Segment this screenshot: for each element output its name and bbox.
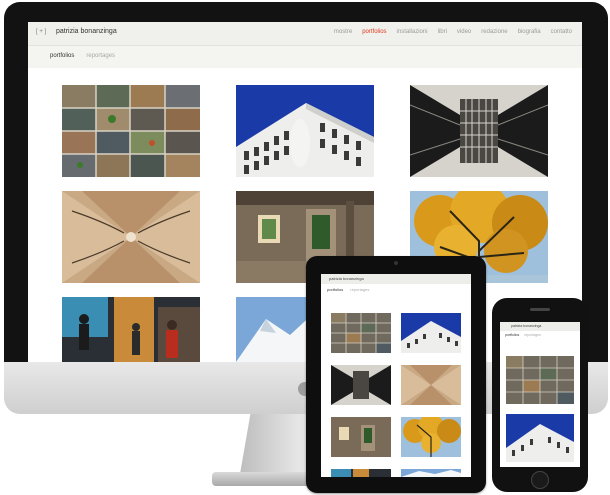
phone-screen: patrizia bonanzinga portfolios reportage… [500, 322, 580, 467]
tablet-geometric-tunnel-photo[interactable] [331, 365, 391, 405]
palazzo-colosseo-quadrato-photo[interactable] [236, 85, 374, 177]
subnav-item-reportages[interactable]: reportages [86, 53, 115, 59]
tablet-autumn-tree-photo[interactable] [401, 417, 461, 457]
tablet-ruined-interior-photo[interactable] [331, 417, 391, 457]
tablet-street-people-photo[interactable] [331, 469, 391, 477]
phone-device: patrizia bonanzinga portfolios reportage… [492, 298, 588, 492]
brand-mark[interactable]: [ + ] [36, 29, 46, 35]
subnav-item-portfolios[interactable]: portfolios [50, 53, 74, 59]
tablet-subnav-reportages[interactable]: reportages [350, 287, 369, 292]
sub-header: portfolios reportages [28, 46, 582, 68]
tablet-symmetric-architecture-photo[interactable] [401, 365, 461, 405]
geometric-tunnel-photo[interactable] [410, 85, 548, 177]
tablet-site-title[interactable]: patrizia bonanzinga [329, 276, 364, 281]
nav-item-installazioni[interactable]: installazioni [397, 29, 428, 35]
phone-site-header: patrizia bonanzinga [500, 322, 580, 331]
nav-item-portfolios[interactable]: portfolios [362, 29, 386, 35]
phone-aerial-patchwork-photo[interactable] [506, 356, 574, 404]
tablet-site-header: patrizia bonanzinga [321, 274, 471, 284]
street-people-photo[interactable] [62, 297, 200, 362]
site-title[interactable]: patrizia bonanzinga [56, 28, 117, 35]
tablet-device: patrizia bonanzinga portfolios reportage… [306, 256, 486, 493]
phone-subnav-reportages[interactable]: reportages [524, 333, 541, 337]
tablet-palazzo-photo[interactable] [401, 313, 461, 353]
phone-subnav-portfolios[interactable]: portfolios [505, 333, 519, 337]
symmetric-architecture-photo[interactable] [62, 191, 200, 283]
sub-nav: portfolios reportages [50, 53, 115, 59]
nav-item-redazione[interactable]: redazione [481, 29, 507, 35]
tablet-snowy-mountain-photo[interactable] [401, 469, 461, 477]
site-header: [ + ] patrizia bonanzinga mostre portfol… [28, 22, 582, 46]
nav-item-biografia[interactable]: biografia [518, 29, 541, 35]
nav-item-video[interactable]: video [457, 29, 471, 35]
tablet-screen: patrizia bonanzinga portfolios reportage… [321, 274, 471, 477]
nav-item-libri[interactable]: libri [438, 29, 447, 35]
phone-site-title[interactable]: patrizia bonanzinga [511, 324, 541, 328]
phone-sub-nav: portfolios reportages [505, 333, 541, 337]
tablet-aerial-patchwork-photo[interactable] [331, 313, 391, 353]
phone-home-button [531, 471, 549, 489]
nav-item-contatto[interactable]: contatto [551, 29, 572, 35]
aerial-patchwork-photo[interactable] [62, 85, 200, 177]
tablet-sub-nav: portfolios reportages [327, 287, 369, 292]
tablet-camera [394, 261, 398, 265]
phone-speaker [530, 308, 550, 311]
tablet-subnav-portfolios[interactable]: portfolios [327, 287, 343, 292]
nav-item-mostre[interactable]: mostre [334, 29, 352, 35]
phone-palazzo-photo[interactable] [506, 414, 574, 462]
main-nav: mostre portfolios installazioni libri vi… [334, 29, 572, 35]
